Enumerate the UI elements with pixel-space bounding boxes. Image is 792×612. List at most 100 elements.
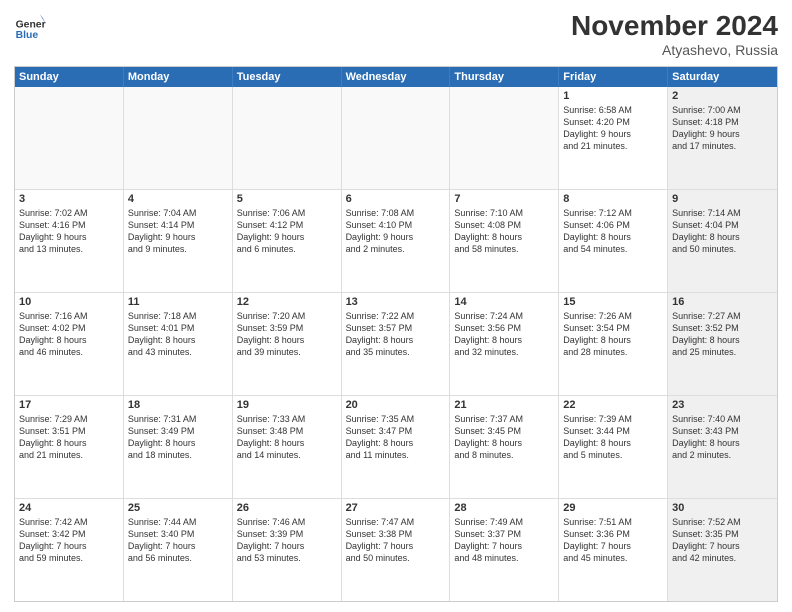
day-info: Sunrise: 7:08 AM Sunset: 4:10 PM Dayligh… bbox=[346, 207, 446, 256]
day-number: 28 bbox=[454, 502, 554, 514]
calendar-cell: 4 Sunrise: 7:04 AM Sunset: 4:14 PM Daylig… bbox=[124, 190, 233, 292]
calendar-row: 17 Sunrise: 7:29 AM Sunset: 3:51 PM Dayli… bbox=[15, 396, 777, 499]
day-info: Sunrise: 7:39 AM Sunset: 3:44 PM Dayligh… bbox=[563, 413, 663, 462]
day-number: 12 bbox=[237, 296, 337, 308]
calendar-cell: 1 Sunrise: 6:58 AM Sunset: 4:20 PM Daylig… bbox=[559, 87, 668, 189]
calendar-row: 1 Sunrise: 6:58 AM Sunset: 4:20 PM Daylig… bbox=[15, 87, 777, 190]
calendar-cell bbox=[233, 87, 342, 189]
logo: General Blue bbox=[14, 10, 46, 42]
header-friday: Friday bbox=[559, 67, 668, 87]
calendar-cell: 29Sunrise: 7:51 AM Sunset: 3:36 PM Dayli… bbox=[559, 499, 668, 601]
day-number: 30 bbox=[672, 502, 773, 514]
day-number: 3 bbox=[19, 193, 119, 205]
day-number: 5 bbox=[237, 193, 337, 205]
day-number: 23 bbox=[672, 399, 773, 411]
calendar-cell: 11Sunrise: 7:18 AM Sunset: 4:01 PM Dayli… bbox=[124, 293, 233, 395]
header-saturday: Saturday bbox=[668, 67, 777, 87]
calendar-row: 3 Sunrise: 7:02 AM Sunset: 4:16 PM Daylig… bbox=[15, 190, 777, 293]
day-number: 27 bbox=[346, 502, 446, 514]
month-title: November 2024 bbox=[571, 10, 778, 42]
day-info: Sunrise: 7:02 AM Sunset: 4:16 PM Dayligh… bbox=[19, 207, 119, 256]
calendar-cell: 16Sunrise: 7:27 AM Sunset: 3:52 PM Dayli… bbox=[668, 293, 777, 395]
day-number: 1 bbox=[563, 90, 663, 102]
day-number: 22 bbox=[563, 399, 663, 411]
day-number: 26 bbox=[237, 502, 337, 514]
calendar-cell: 19 Sunrise: 7:33 AM Sunset: 3:48 PM Dayli… bbox=[233, 396, 342, 498]
day-number: 25 bbox=[128, 502, 228, 514]
calendar-cell: 26Sunrise: 7:46 AM Sunset: 3:39 PM Dayli… bbox=[233, 499, 342, 601]
day-number: 4 bbox=[128, 193, 228, 205]
calendar-cell: 25 Sunrise: 7:44 AM Sunset: 3:40 PM Dayli… bbox=[124, 499, 233, 601]
day-number: 10 bbox=[19, 296, 119, 308]
day-number: 29 bbox=[563, 502, 663, 514]
calendar-cell: 20 Sunrise: 7:35 AM Sunset: 3:47 PM Dayli… bbox=[342, 396, 451, 498]
day-info: Sunrise: 7:44 AM Sunset: 3:40 PM Dayligh… bbox=[128, 516, 228, 565]
calendar-body: 1 Sunrise: 6:58 AM Sunset: 4:20 PM Daylig… bbox=[15, 87, 777, 601]
calendar-cell: 12 Sunrise: 7:20 AM Sunset: 3:59 PM Dayli… bbox=[233, 293, 342, 395]
day-info: Sunrise: 7:49 AM Sunset: 3:37 PM Dayligh… bbox=[454, 516, 554, 565]
calendar-cell: 17 Sunrise: 7:29 AM Sunset: 3:51 PM Dayli… bbox=[15, 396, 124, 498]
calendar-cell: 6 Sunrise: 7:08 AM Sunset: 4:10 PM Daylig… bbox=[342, 190, 451, 292]
svg-text:General: General bbox=[16, 20, 46, 31]
day-info: Sunrise: 6:58 AM Sunset: 4:20 PM Dayligh… bbox=[563, 104, 663, 153]
day-info: Sunrise: 7:31 AM Sunset: 3:49 PM Dayligh… bbox=[128, 413, 228, 462]
day-number: 11 bbox=[128, 296, 228, 308]
day-info: Sunrise: 7:52 AM Sunset: 3:35 PM Dayligh… bbox=[672, 516, 773, 565]
day-info: Sunrise: 7:16 AM Sunset: 4:02 PM Dayligh… bbox=[19, 310, 119, 359]
calendar-cell: 15 Sunrise: 7:26 AM Sunset: 3:54 PM Dayli… bbox=[559, 293, 668, 395]
day-number: 7 bbox=[454, 193, 554, 205]
day-info: Sunrise: 7:20 AM Sunset: 3:59 PM Dayligh… bbox=[237, 310, 337, 359]
day-number: 9 bbox=[672, 193, 773, 205]
calendar-cell: 28 Sunrise: 7:49 AM Sunset: 3:37 PM Dayli… bbox=[450, 499, 559, 601]
day-info: Sunrise: 7:40 AM Sunset: 3:43 PM Dayligh… bbox=[672, 413, 773, 462]
day-number: 20 bbox=[346, 399, 446, 411]
day-info: Sunrise: 7:37 AM Sunset: 3:45 PM Dayligh… bbox=[454, 413, 554, 462]
calendar-cell: 30 Sunrise: 7:52 AM Sunset: 3:35 PM Dayli… bbox=[668, 499, 777, 601]
calendar-cell: 5 Sunrise: 7:06 AM Sunset: 4:12 PM Daylig… bbox=[233, 190, 342, 292]
day-info: Sunrise: 7:29 AM Sunset: 3:51 PM Dayligh… bbox=[19, 413, 119, 462]
day-info: Sunrise: 7:26 AM Sunset: 3:54 PM Dayligh… bbox=[563, 310, 663, 359]
calendar: Sunday Monday Tuesday Wednesday Thursday… bbox=[14, 66, 778, 602]
day-number: 2 bbox=[672, 90, 773, 102]
day-number: 8 bbox=[563, 193, 663, 205]
header-wednesday: Wednesday bbox=[342, 67, 451, 87]
day-info: Sunrise: 7:06 AM Sunset: 4:12 PM Dayligh… bbox=[237, 207, 337, 256]
day-number: 19 bbox=[237, 399, 337, 411]
calendar-cell: 27 Sunrise: 7:47 AM Sunset: 3:38 PM Dayli… bbox=[342, 499, 451, 601]
title-block: November 2024 Atyashevo, Russia bbox=[571, 10, 778, 58]
day-number: 15 bbox=[563, 296, 663, 308]
calendar-cell bbox=[450, 87, 559, 189]
day-number: 6 bbox=[346, 193, 446, 205]
calendar-cell: 7Sunrise: 7:10 AM Sunset: 4:08 PM Daylig… bbox=[450, 190, 559, 292]
calendar-cell bbox=[342, 87, 451, 189]
day-info: Sunrise: 7:33 AM Sunset: 3:48 PM Dayligh… bbox=[237, 413, 337, 462]
day-info: Sunrise: 7:35 AM Sunset: 3:47 PM Dayligh… bbox=[346, 413, 446, 462]
day-info: Sunrise: 7:22 AM Sunset: 3:57 PM Dayligh… bbox=[346, 310, 446, 359]
calendar-cell: 24Sunrise: 7:42 AM Sunset: 3:42 PM Dayli… bbox=[15, 499, 124, 601]
calendar-row: 24Sunrise: 7:42 AM Sunset: 3:42 PM Dayli… bbox=[15, 499, 777, 601]
day-number: 17 bbox=[19, 399, 119, 411]
day-info: Sunrise: 7:12 AM Sunset: 4:06 PM Dayligh… bbox=[563, 207, 663, 256]
calendar-cell: 3 Sunrise: 7:02 AM Sunset: 4:16 PM Daylig… bbox=[15, 190, 124, 292]
location: Atyashevo, Russia bbox=[571, 42, 778, 58]
calendar-cell bbox=[15, 87, 124, 189]
day-info: Sunrise: 7:27 AM Sunset: 3:52 PM Dayligh… bbox=[672, 310, 773, 359]
day-info: Sunrise: 7:47 AM Sunset: 3:38 PM Dayligh… bbox=[346, 516, 446, 565]
calendar-cell: 13 Sunrise: 7:22 AM Sunset: 3:57 PM Dayli… bbox=[342, 293, 451, 395]
header-thursday: Thursday bbox=[450, 67, 559, 87]
day-number: 24 bbox=[19, 502, 119, 514]
day-number: 14 bbox=[454, 296, 554, 308]
header-tuesday: Tuesday bbox=[233, 67, 342, 87]
calendar-header: Sunday Monday Tuesday Wednesday Thursday… bbox=[15, 67, 777, 87]
calendar-cell: 2 Sunrise: 7:00 AM Sunset: 4:18 PM Daylig… bbox=[668, 87, 777, 189]
header-sunday: Sunday bbox=[15, 67, 124, 87]
svg-text:Blue: Blue bbox=[16, 30, 39, 41]
day-number: 18 bbox=[128, 399, 228, 411]
day-number: 13 bbox=[346, 296, 446, 308]
calendar-cell: 21 Sunrise: 7:37 AM Sunset: 3:45 PM Dayli… bbox=[450, 396, 559, 498]
day-number: 21 bbox=[454, 399, 554, 411]
calendar-cell: 14Sunrise: 7:24 AM Sunset: 3:56 PM Dayli… bbox=[450, 293, 559, 395]
header: General Blue November 2024 Atyashevo, Ru… bbox=[14, 10, 778, 58]
day-info: Sunrise: 7:00 AM Sunset: 4:18 PM Dayligh… bbox=[672, 104, 773, 153]
day-info: Sunrise: 7:04 AM Sunset: 4:14 PM Dayligh… bbox=[128, 207, 228, 256]
